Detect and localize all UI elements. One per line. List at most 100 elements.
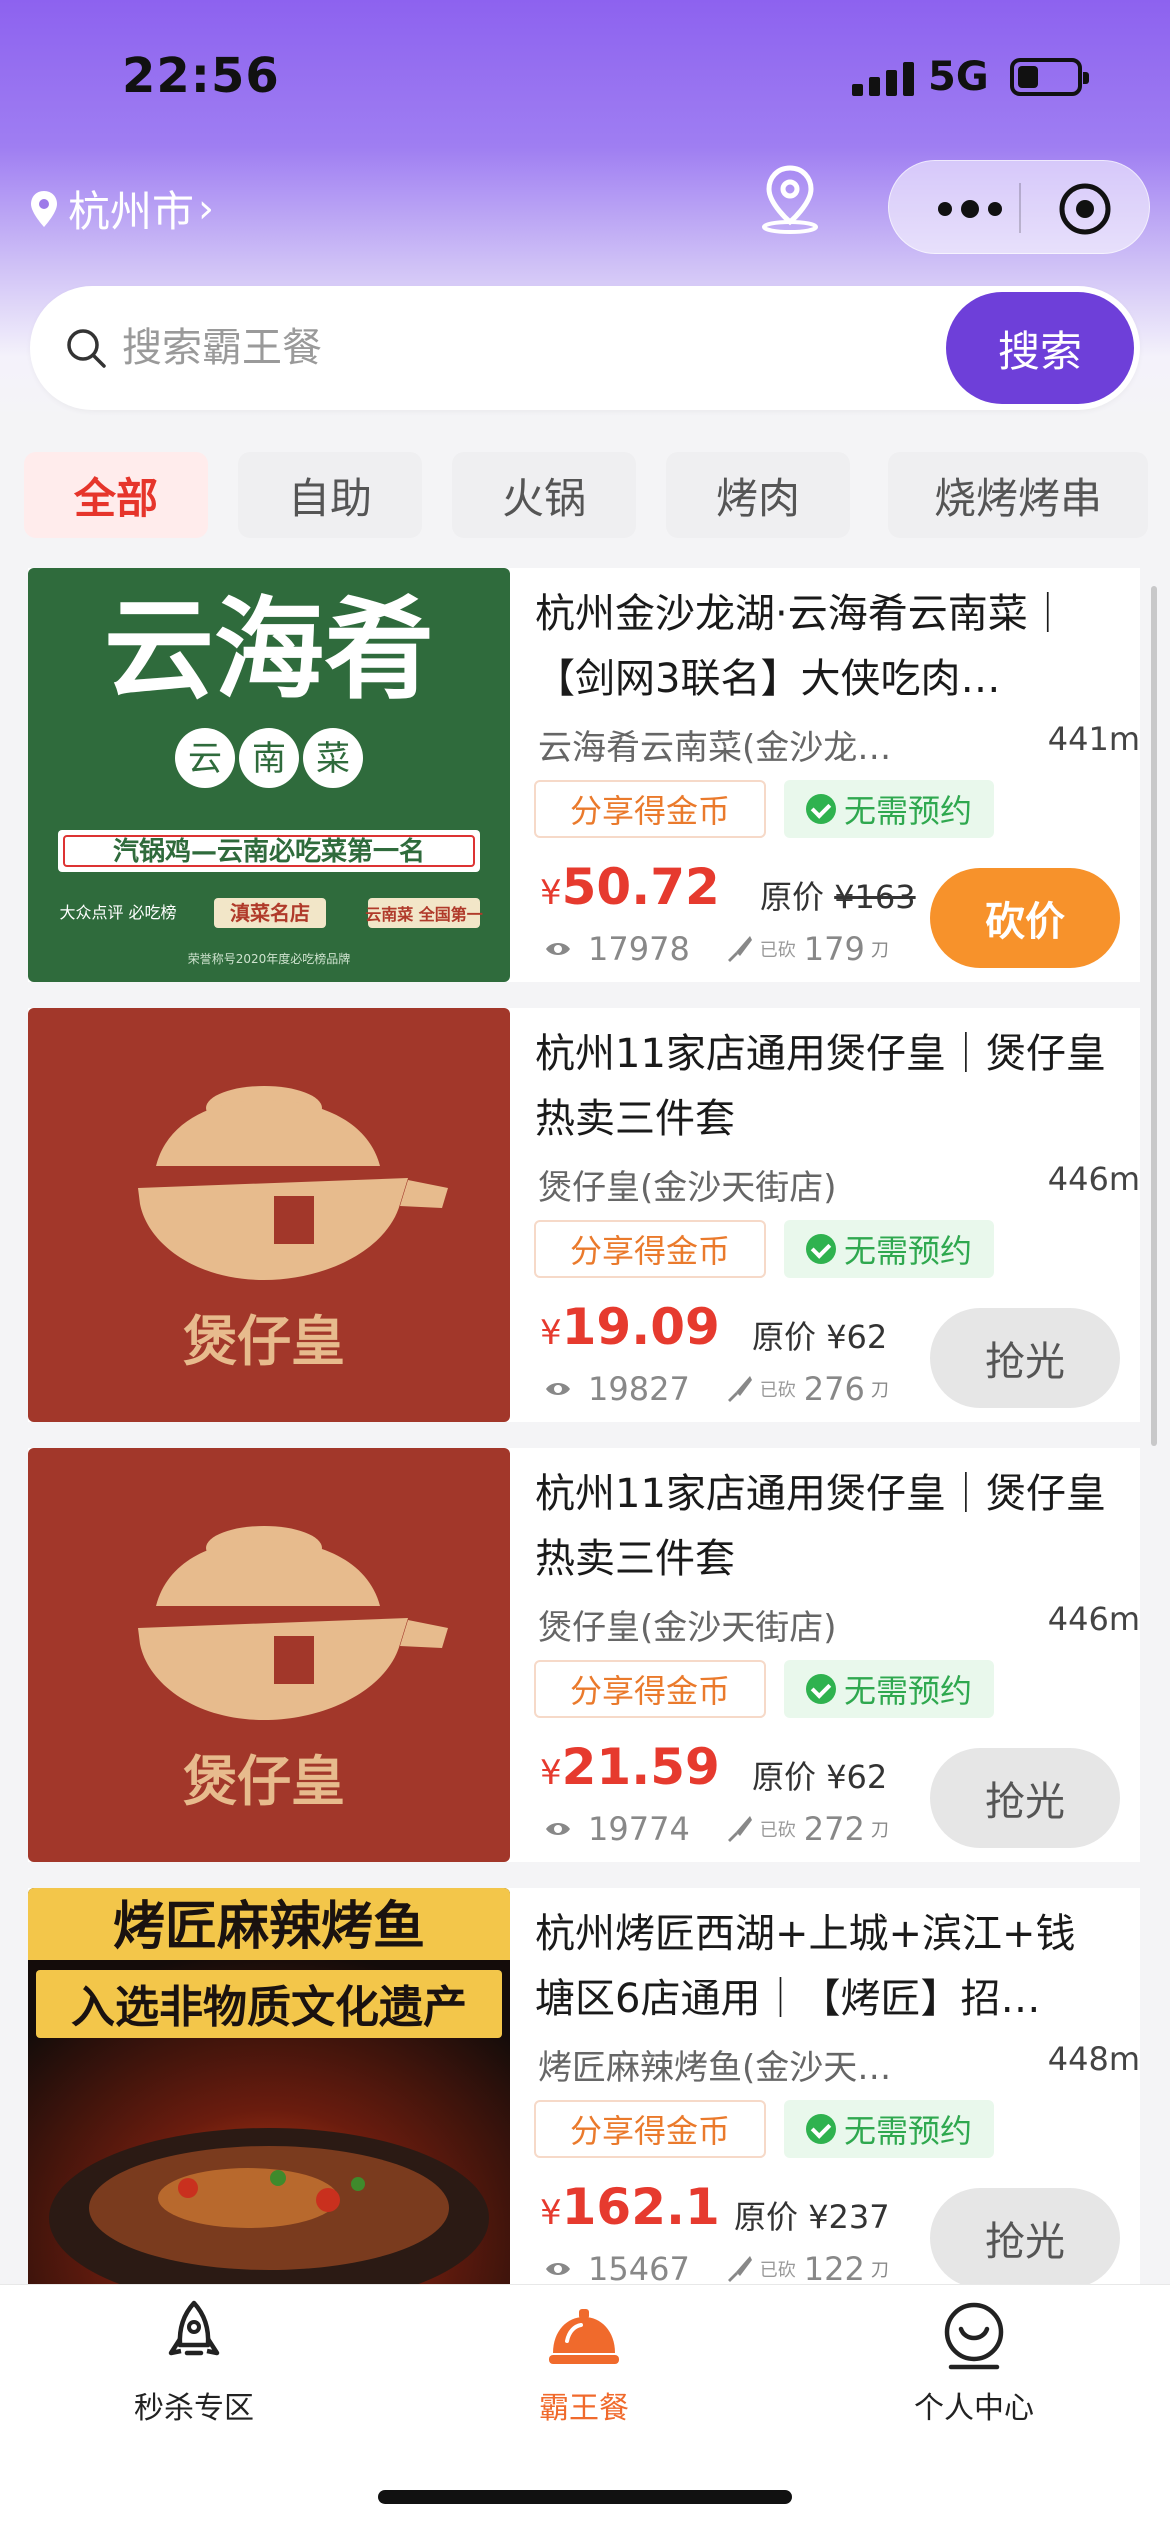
home-indicator[interactable]: [378, 2490, 792, 2504]
view-count: 17978: [588, 930, 690, 968]
thumb-sub-char: 菜: [316, 739, 350, 779]
view-count: 19827: [588, 1370, 690, 1408]
nav-free-meal[interactable]: 霸王餐: [464, 2299, 704, 2427]
search-icon: [67, 329, 106, 368]
knife-icon: [727, 1376, 752, 1402]
price-value: 162.1: [561, 2178, 720, 2236]
check-circle-icon: [805, 1674, 836, 1704]
close-target-icon[interactable]: [1057, 181, 1113, 237]
share-coins-tag[interactable]: 分享得金币: [534, 1220, 766, 1278]
bargain-count: 272: [803, 1810, 865, 1848]
sold-out-button[interactable]: 抢光: [930, 2188, 1120, 2284]
share-coins-tag[interactable]: 分享得金币: [534, 780, 766, 838]
thumb-badge: 云南菜 全国第一: [365, 905, 483, 924]
nav-label: 霸王餐: [539, 2391, 629, 2426]
original-price-value: ¥237: [808, 2198, 890, 2236]
share-coins-tag[interactable]: 分享得金币: [534, 1660, 766, 1718]
currency-symbol: ¥: [540, 1753, 562, 1793]
check-circle-icon: [805, 2114, 836, 2144]
deal-stats: 19827 已砍 276 刀: [544, 1370, 889, 1408]
original-price: 原价 ¥237: [734, 2192, 890, 2238]
view-count: 19774: [588, 1810, 690, 1848]
share-coins-tag[interactable]: 分享得金币: [534, 2100, 766, 2158]
no-reservation-tag: 无需预约: [784, 780, 994, 838]
store-name: 烤匠麻辣烤鱼(金沙天…: [538, 2048, 892, 2088]
tag-label: 无需预约: [843, 1672, 972, 1710]
deal-thumbnail[interactable]: 烤匠麻辣烤鱼 入选非物质文化遗产: [28, 1888, 510, 2284]
eye-icon: [546, 1823, 570, 1835]
mini-program-capsule: [888, 160, 1150, 254]
scrollbar[interactable]: [1151, 586, 1157, 1446]
original-price-label: 原价: [734, 2198, 799, 2236]
price-value: 19.09: [561, 1298, 720, 1356]
tag-label: 无需预约: [843, 1232, 972, 1270]
tab-category[interactable]: 火锅: [452, 452, 636, 538]
deal-card[interactable]: 烤匠麻辣烤鱼 入选非物质文化遗产 杭州烤匠西湖+上城+滨江+钱塘区6店通用｜【烤…: [28, 1888, 1140, 2284]
original-price-label: 原价: [752, 1318, 817, 1356]
original-price-value: ¥62: [826, 1318, 888, 1356]
sold-out-button[interactable]: 抢光: [930, 1748, 1120, 1848]
thumb-headline: 烤匠麻辣烤鱼: [113, 1897, 425, 1957]
thumb-sub-char: 南: [252, 739, 286, 779]
deal-thumbnail[interactable]: 煲仔皇: [28, 1448, 510, 1862]
thumb-sub-char: 云: [188, 739, 222, 779]
tab-category[interactable]: 全部: [24, 452, 208, 538]
city-name: 杭州市: [68, 187, 195, 236]
knife-icon: [727, 2256, 752, 2282]
city-selector[interactable]: 杭州市 ›: [28, 178, 214, 239]
bargain-count: 122: [803, 2250, 865, 2284]
nav-profile[interactable]: 个人中心: [854, 2299, 1094, 2427]
deal-price: ¥50.72: [540, 858, 720, 916]
bargain-unit: 刀: [870, 2260, 889, 2281]
deal-list: 云海肴 云 南 菜 汽锅鸡—云南必吃菜第一名 大众点评 必吃榜 滇菜名店 云南菜…: [0, 568, 1170, 2284]
tab-category[interactable]: 自助: [238, 452, 422, 538]
eye-icon: [546, 943, 570, 955]
original-price: 原价 ¥62: [752, 1752, 887, 1798]
nav-label: 秒杀专区: [134, 2391, 254, 2426]
bargain-label: 已砍: [759, 940, 796, 961]
price-value: 50.72: [561, 858, 720, 916]
sold-out-button[interactable]: 抢光: [930, 1308, 1120, 1408]
map-location-icon[interactable]: [758, 164, 822, 234]
price-value: 21.59: [561, 1738, 720, 1796]
distance: 446m: [1047, 1160, 1140, 1198]
nav-seckill[interactable]: 秒杀专区: [74, 2299, 314, 2427]
smiley-profile-icon: [944, 2302, 1004, 2370]
thumb-badge: 大众点评 必吃榜: [59, 903, 176, 922]
search-input[interactable]: [122, 318, 922, 378]
currency-symbol: ¥: [540, 1313, 562, 1353]
thumb-subline: 入选非物质文化遗产: [71, 1982, 467, 2033]
bargain-unit: 刀: [870, 1380, 889, 1401]
network-label: 5G: [928, 54, 989, 100]
distance: 441m: [1047, 720, 1140, 758]
no-reservation-tag: 无需预约: [784, 1660, 994, 1718]
tab-category[interactable]: 烧烤烤串: [888, 452, 1148, 538]
tab-category[interactable]: 烤肉: [666, 452, 850, 538]
deal-title: 杭州烤匠西湖+上城+滨江+钱塘区6店通用｜【烤匠】招…: [535, 1911, 1076, 2022]
deal-thumbnail[interactable]: 煲仔皇: [28, 1008, 510, 1422]
check-circle-icon: [805, 1234, 836, 1264]
original-price-label: 原价: [760, 878, 825, 916]
search-bar: 搜索: [30, 286, 1140, 410]
thumb-logo-text: 煲仔皇: [183, 1309, 345, 1373]
bargain-button[interactable]: 砍价: [930, 868, 1120, 968]
bargain-label: 已砍: [759, 1820, 796, 1841]
bargain-count: 179: [803, 930, 865, 968]
deal-price: ¥19.09: [540, 1298, 720, 1356]
original-price: 原价 ¥62: [752, 1312, 887, 1358]
store-name: 云海肴云南菜(金沙龙…: [538, 728, 892, 768]
deal-thumbnail[interactable]: 云海肴 云 南 菜 汽锅鸡—云南必吃菜第一名 大众点评 必吃榜 滇菜名店 云南菜…: [28, 568, 510, 982]
nav-label: 个人中心: [914, 2391, 1034, 2426]
signal-icon: [852, 62, 914, 96]
deal-card[interactable]: 云海肴 云 南 菜 汽锅鸡—云南必吃菜第一名 大众点评 必吃榜 滇菜名店 云南菜…: [28, 568, 1140, 982]
bargain-count: 276: [803, 1370, 865, 1408]
check-circle-icon: [805, 794, 836, 824]
more-dots-icon[interactable]: [925, 189, 1015, 229]
status-bar: 22:56 5G: [0, 0, 1170, 150]
deal-thumbnail-graphic: 煲仔皇: [28, 1448, 510, 1862]
currency-symbol: ¥: [540, 2193, 562, 2233]
deal-card[interactable]: 煲仔皇 杭州11家店通用煲仔皇｜煲仔皇热卖三件套 煲仔皇(金沙天街店) 446m…: [28, 1448, 1140, 1862]
bargain-label: 已砍: [759, 1380, 796, 1401]
search-button[interactable]: 搜索: [946, 292, 1134, 404]
deal-card[interactable]: 煲仔皇 杭州11家店通用煲仔皇｜煲仔皇热卖三件套 煲仔皇(金沙天街店) 446m…: [28, 1008, 1140, 1422]
